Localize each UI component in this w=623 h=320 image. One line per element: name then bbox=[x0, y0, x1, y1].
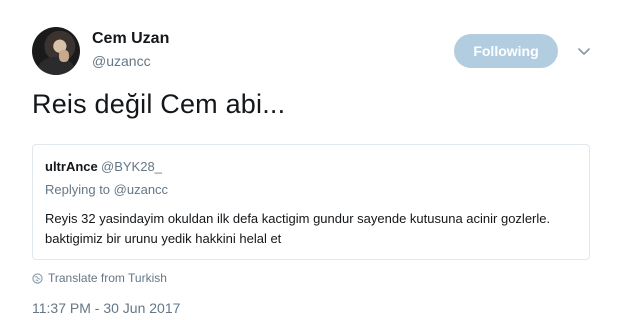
replying-to-label: Replying to bbox=[45, 182, 111, 197]
replying-to-mention[interactable]: @uzancc bbox=[114, 182, 168, 197]
tweet-timestamp[interactable]: 11:37 PM - 30 Jun 2017 bbox=[32, 300, 180, 316]
translate-label: Translate from Turkish bbox=[48, 271, 167, 285]
chevron-down-icon[interactable] bbox=[576, 44, 592, 60]
tweet-text: Reis değil Cem abi... bbox=[32, 89, 286, 119]
translate-link[interactable]: Translate from Turkish bbox=[32, 271, 167, 285]
following-button[interactable]: Following bbox=[454, 34, 558, 68]
avatar[interactable] bbox=[32, 27, 80, 75]
avatar-hand bbox=[59, 50, 69, 62]
quoted-tweet[interactable]: ultrAnce @BYK28_ Replying to @uzancc Rey… bbox=[32, 144, 590, 260]
quoted-author-name: ultrAnce bbox=[45, 159, 98, 174]
globe-icon bbox=[32, 272, 43, 284]
author-name[interactable]: Cem Uzan bbox=[92, 30, 169, 48]
author-handle[interactable]: @uzancc bbox=[92, 53, 151, 69]
quoted-author-handle: @BYK28_ bbox=[101, 159, 162, 174]
replying-to-line: Replying to @uzancc bbox=[45, 182, 168, 197]
avatar-figure bbox=[38, 57, 74, 75]
quoted-tweet-text: Reyis 32 yasindayim okuldan ilk defa kac… bbox=[45, 211, 551, 246]
